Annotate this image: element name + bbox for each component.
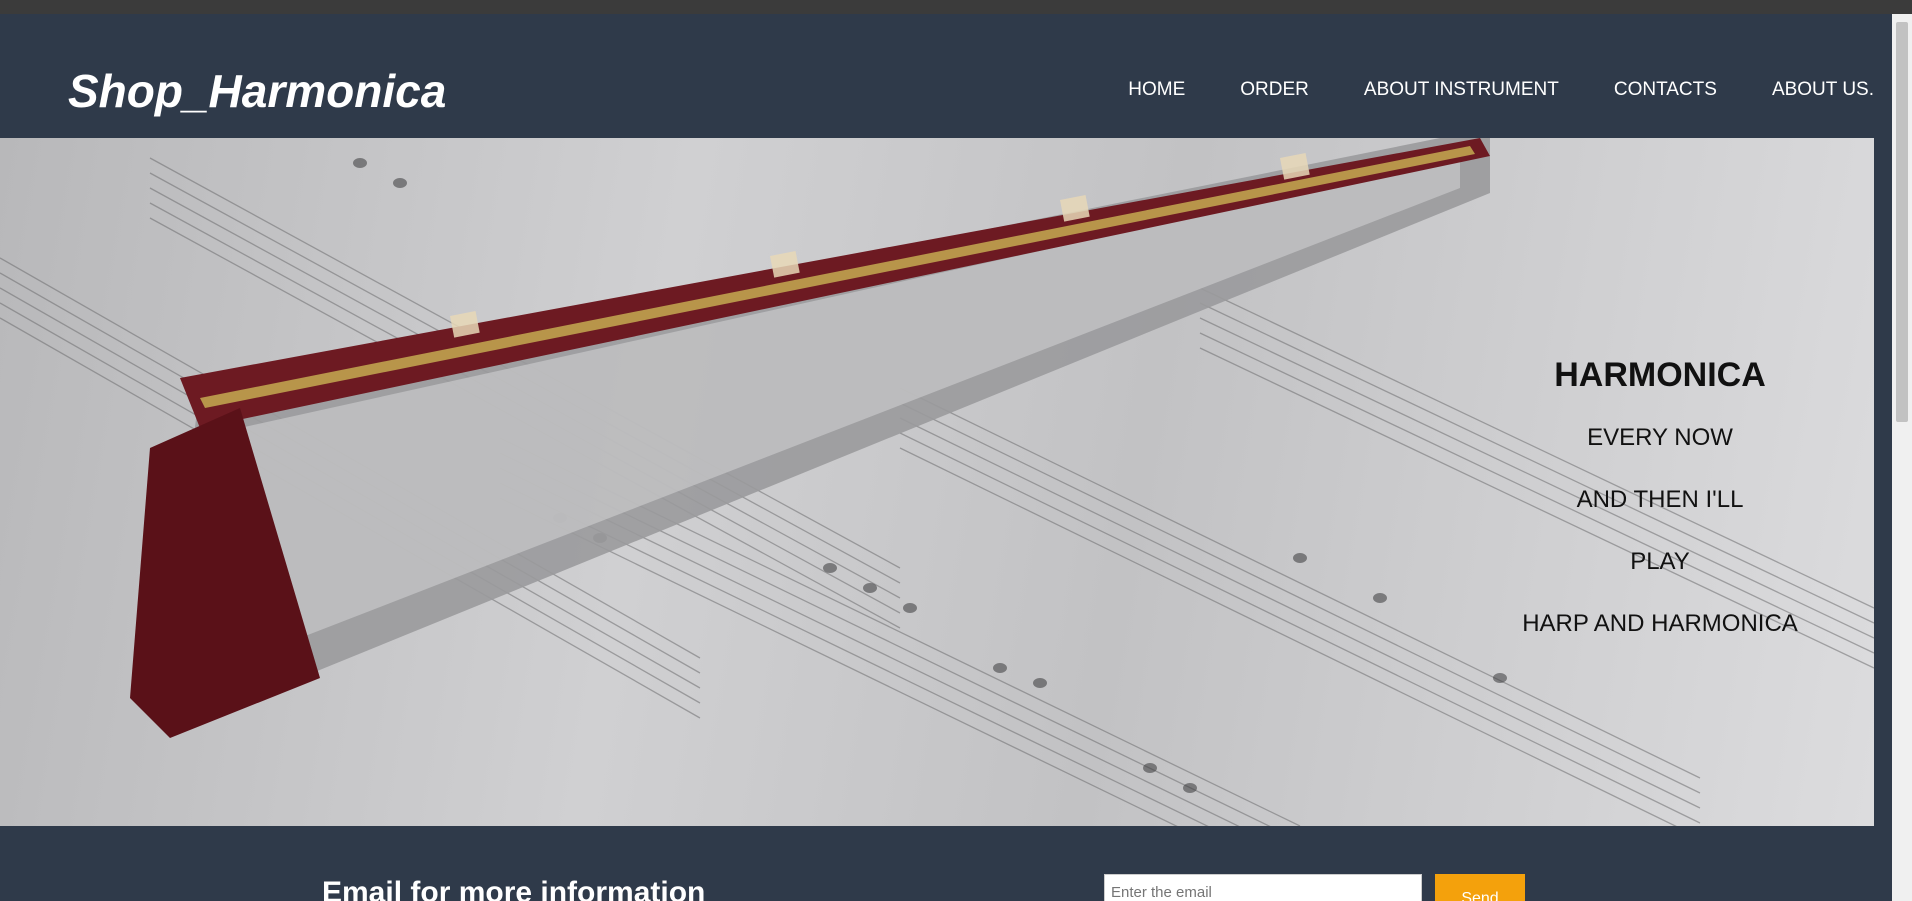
site-header: Shop_Harmonica HOME ORDER ABOUT INSTRUME… — [0, 14, 1892, 138]
email-signup-heading: Email for more information — [322, 876, 706, 901]
nav-contacts[interactable]: CONTACTS — [1614, 80, 1717, 99]
hero-line-4: HARP AND HARMONICA — [1522, 610, 1798, 637]
nav-home[interactable]: HOME — [1128, 80, 1185, 99]
email-signup-section: Email for more information Send — [0, 826, 1892, 901]
page-scrollbar[interactable] — [1892, 14, 1912, 901]
nav-order[interactable]: ORDER — [1240, 80, 1309, 99]
hero-line-3: PLAY — [1630, 548, 1690, 575]
hero-text-block: HARMONICA EVERY NOW AND THEN I'LL PLAY H… — [1480, 358, 1840, 674]
nav-about-instrument[interactable]: ABOUT INSTRUMENT — [1364, 80, 1559, 99]
hero-line-2: AND THEN I'LL — [1576, 486, 1744, 513]
window-top-strip — [0, 0, 1912, 14]
hero-banner: HARMONICA EVERY NOW AND THEN I'LL PLAY H… — [0, 138, 1874, 826]
scrollbar-thumb[interactable] — [1896, 22, 1908, 422]
site-logo[interactable]: Shop_Harmonica — [68, 68, 446, 114]
hero-line-1: EVERY NOW — [1587, 424, 1733, 451]
nav-about-us[interactable]: ABOUT US. — [1772, 80, 1874, 99]
hero-title: HARMONICA — [1554, 356, 1766, 394]
main-nav: HOME ORDER ABOUT INSTRUMENT CONTACTS ABO… — [1073, 80, 1874, 99]
send-button[interactable]: Send — [1435, 874, 1525, 901]
email-input[interactable] — [1104, 874, 1422, 901]
page: Shop_Harmonica HOME ORDER ABOUT INSTRUME… — [0, 14, 1892, 901]
